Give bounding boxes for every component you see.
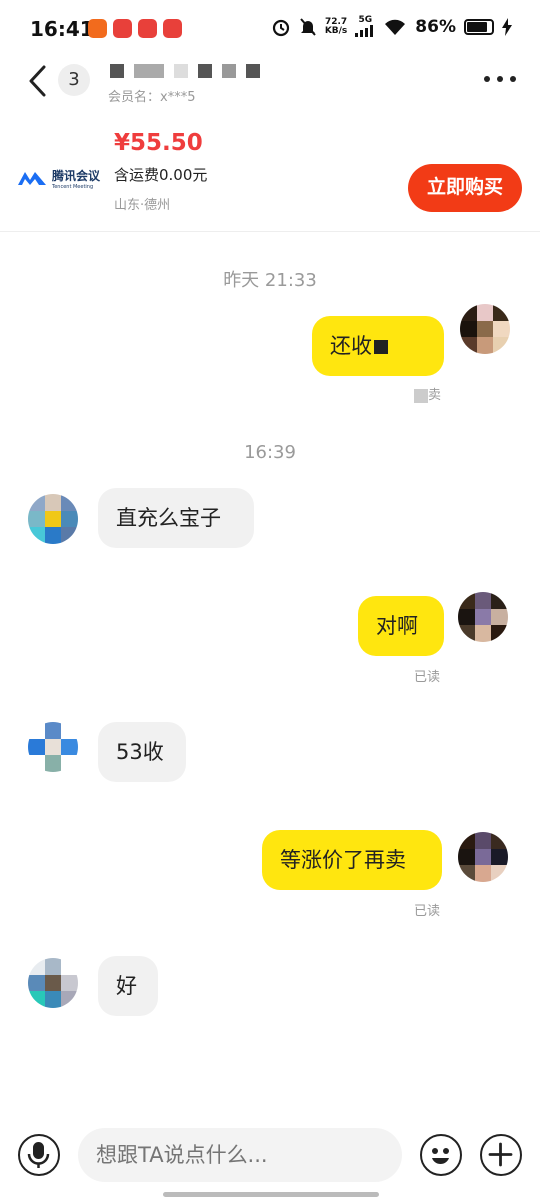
wifi-icon bbox=[385, 19, 406, 35]
avatar[interactable] bbox=[458, 832, 508, 882]
chat-header: 3 会员名：x***5 bbox=[0, 56, 540, 106]
status-bar: 16:41 72.7 KB/s 5G 86% bbox=[0, 0, 540, 60]
message-bubble-mine[interactable]: 等涨价了再卖 bbox=[262, 830, 442, 890]
unread-count-badge[interactable]: 3 bbox=[58, 64, 90, 96]
more-horizontal-icon[interactable] bbox=[484, 72, 516, 86]
input-bar bbox=[0, 1120, 540, 1192]
avatar[interactable] bbox=[28, 494, 78, 544]
timestamp: 16:39 bbox=[244, 442, 296, 463]
chevron-left-icon[interactable] bbox=[26, 64, 48, 98]
logo-text-en: Tencent Meeting bbox=[52, 183, 94, 190]
avatar[interactable] bbox=[28, 722, 78, 772]
message-bubble-theirs[interactable]: 直充么宝子 bbox=[98, 488, 254, 548]
product-card[interactable]: 腾讯会议 Tencent Meeting ¥55.50 含运费0.00元 山东·… bbox=[0, 120, 540, 232]
timestamp: 昨天 21:33 bbox=[223, 270, 317, 291]
message-bubble-mine[interactable]: 对啊 bbox=[358, 596, 444, 656]
alarm-icon bbox=[272, 19, 289, 36]
message-bubble-theirs[interactable]: 53收 bbox=[98, 722, 186, 782]
shipping-info: 含运费0.00元 bbox=[114, 166, 208, 184]
logo-text-cn: 腾讯会议 bbox=[52, 168, 101, 183]
microphone-icon[interactable] bbox=[18, 1134, 60, 1176]
seller-location: 山东·德州 bbox=[114, 198, 171, 213]
home-indicator[interactable] bbox=[163, 1192, 379, 1197]
app-notification-icon bbox=[138, 19, 157, 38]
product-logo: 腾讯会议 Tencent Meeting bbox=[16, 160, 104, 196]
chat-area[interactable]: 昨天 21:33 还收 卖 16:39 直充么宝子 对啊 已读 53收 等涨价了… bbox=[0, 240, 540, 1110]
status-time: 16:41 bbox=[30, 17, 94, 41]
message-status: 卖 bbox=[414, 384, 441, 403]
redacted-pixel bbox=[414, 388, 428, 403]
app-notification-icon bbox=[88, 19, 107, 38]
net-speed: 72.7 KB/s bbox=[324, 16, 348, 36]
read-receipt: 已读 bbox=[414, 670, 441, 685]
app-notification-icon bbox=[113, 19, 132, 38]
notification-icons bbox=[88, 19, 182, 38]
charging-icon bbox=[502, 17, 512, 36]
app-notification-icon bbox=[163, 19, 182, 38]
battery-icon bbox=[464, 18, 494, 35]
avatar[interactable] bbox=[460, 304, 510, 354]
read-receipt: 已读 bbox=[414, 904, 441, 919]
network-type: 5G bbox=[358, 15, 373, 25]
battery-percent: 86% bbox=[415, 16, 456, 37]
tencent-meeting-logo-icon bbox=[18, 172, 46, 185]
message-bubble-theirs[interactable]: 好 bbox=[98, 956, 158, 1016]
buy-now-button[interactable]: 立即购买 bbox=[408, 164, 522, 212]
plus-icon[interactable] bbox=[480, 1134, 522, 1176]
avatar[interactable] bbox=[458, 592, 508, 642]
message-input[interactable] bbox=[78, 1128, 402, 1182]
member-name: 会员名：x***5 bbox=[108, 90, 196, 105]
signal-icon bbox=[355, 25, 374, 37]
username-redacted bbox=[110, 64, 260, 78]
redacted-pixel bbox=[374, 340, 388, 354]
message-bubble-mine[interactable]: 还收 bbox=[312, 316, 444, 376]
product-price: ¥55.50 bbox=[114, 130, 203, 156]
avatar[interactable] bbox=[28, 958, 78, 1008]
smiley-icon[interactable] bbox=[420, 1134, 462, 1176]
mute-icon bbox=[300, 17, 316, 36]
